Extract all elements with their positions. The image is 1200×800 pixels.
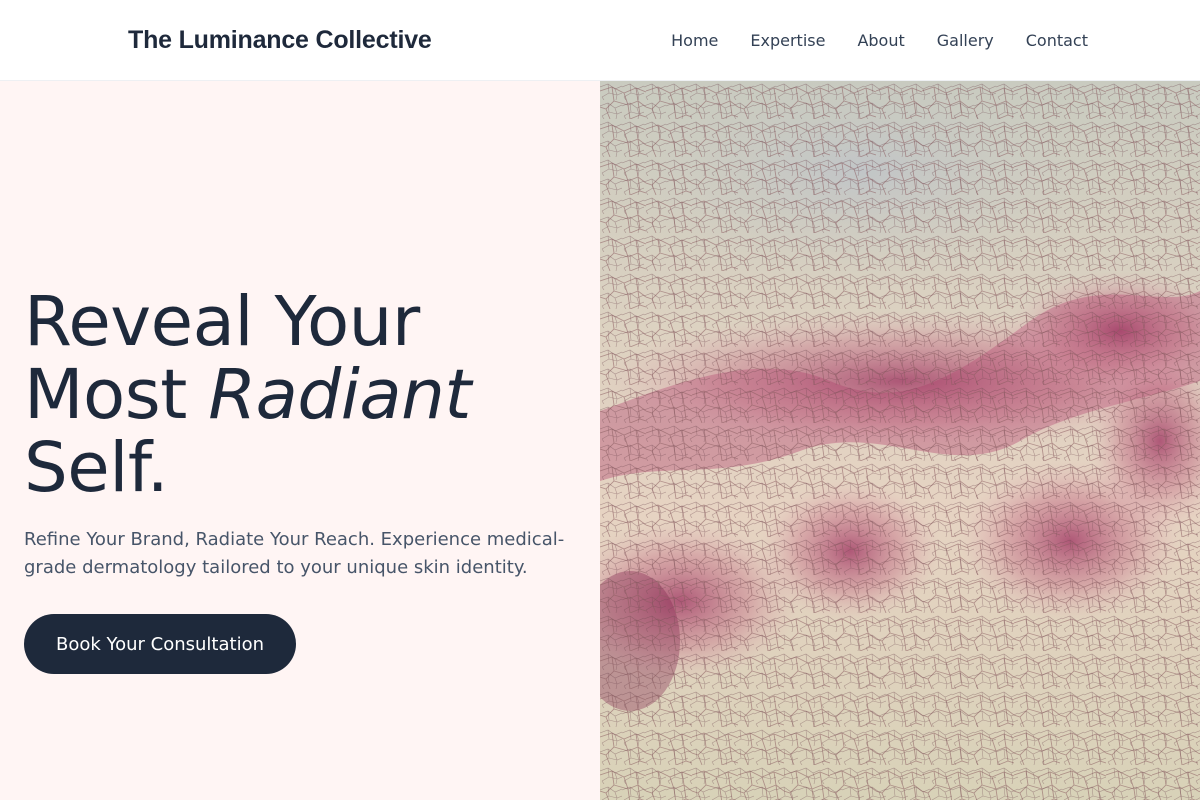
hero-subtext: Refine Your Brand, Radiate Your Reach. E… <box>24 529 565 578</box>
headline-line-2-prefix: Most <box>24 355 209 435</box>
headline-line-2-emphasis: Radiant <box>208 355 471 435</box>
main-nav: Home Expertise About Gallery Contact <box>639 31 1088 50</box>
headline-line-3: Self. <box>24 428 169 508</box>
brand-logo[interactable]: The Luminance Collective <box>128 26 432 55</box>
book-consultation-button[interactable]: Book Your Consultation <box>24 614 296 674</box>
hero-headline: Reveal Your Most Radiant Self. <box>24 286 471 505</box>
nav-home[interactable]: Home <box>671 31 718 50</box>
nav-about[interactable]: About <box>857 31 904 50</box>
nav-contact[interactable]: Contact <box>1026 31 1088 50</box>
nav-gallery[interactable]: Gallery <box>937 31 994 50</box>
site-header: The Luminance Collective Home Expertise … <box>0 0 1200 81</box>
cracked-texture-image <box>600 81 1200 800</box>
headline-line-1: Reveal Your <box>24 282 420 362</box>
nav-expertise[interactable]: Expertise <box>750 31 825 50</box>
